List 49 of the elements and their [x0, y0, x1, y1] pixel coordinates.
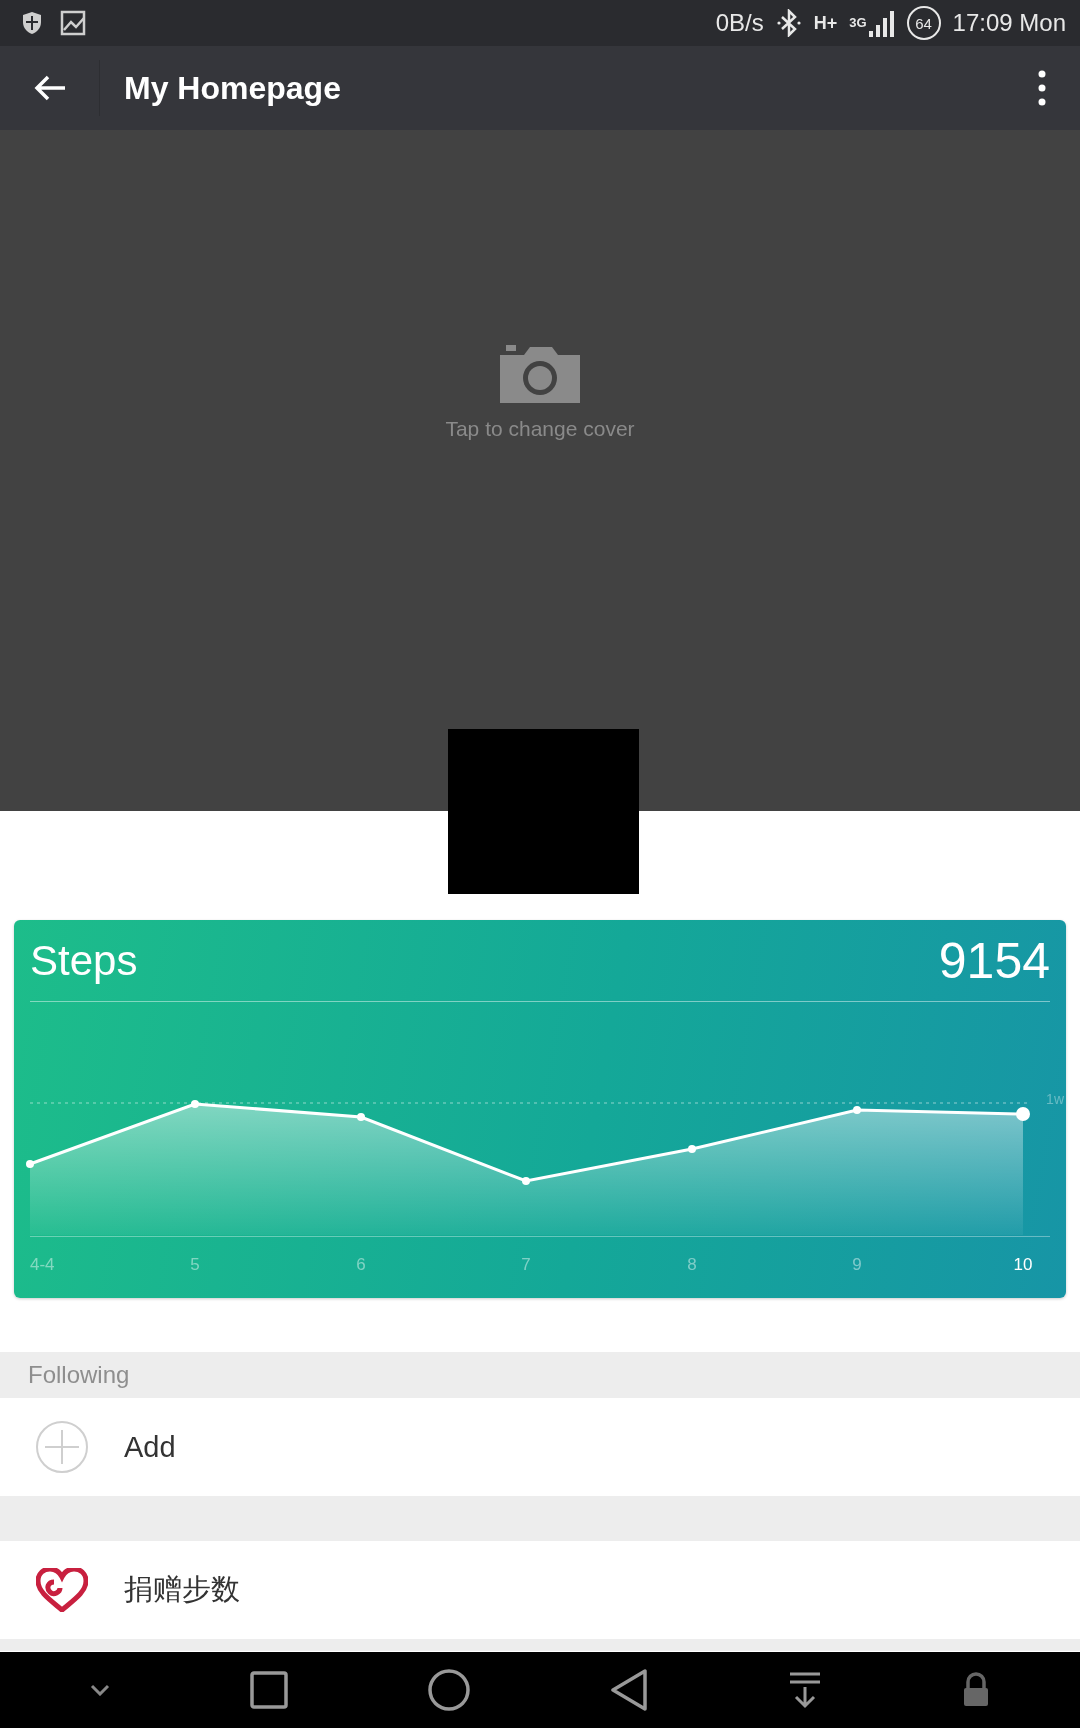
day-label: 9 [852, 1255, 862, 1275]
data-point [853, 1106, 861, 1114]
heart-icon [36, 1568, 88, 1612]
data-point [191, 1100, 199, 1108]
signal-icon [868, 9, 895, 37]
donate-steps-label: 捐赠步数 [124, 1572, 240, 1607]
recent-apps-button[interactable] [250, 1671, 288, 1709]
network-generation: 3G [849, 15, 867, 30]
data-point [522, 1177, 530, 1185]
plus-circle-icon [35, 1420, 89, 1474]
change-cover-hint: Tap to change cover [445, 417, 635, 441]
page-title: My Homepage [124, 69, 341, 107]
chevron-down-icon [90, 1684, 110, 1696]
day-label: 8 [687, 1255, 697, 1275]
day-label: 10 [1013, 1255, 1033, 1275]
triangle-icon [610, 1669, 648, 1711]
pull-down-icon [788, 1671, 822, 1709]
lock-icon [962, 1672, 990, 1708]
notification-button[interactable] [788, 1671, 822, 1709]
steps-title: Steps [30, 936, 138, 985]
day-label: 4-4 [30, 1255, 55, 1275]
steps-card[interactable]: Steps 9154 1w 4-4 5 6 7 8 9 10 [14, 920, 1066, 1298]
data-point [26, 1160, 34, 1168]
back-arrow-icon [32, 74, 67, 102]
section-header: Following [0, 1352, 1080, 1398]
collapse-button[interactable] [90, 1684, 110, 1696]
reference-label: 1w [1046, 1091, 1064, 1107]
steps-count: 9154 [938, 931, 1050, 990]
battery-level: 64 [906, 6, 941, 40]
network-speed: 0B/s [715, 9, 764, 37]
day-label: 7 [521, 1255, 531, 1275]
more-icon [1038, 70, 1046, 106]
image-icon [60, 10, 86, 36]
day-label: 6 [356, 1255, 366, 1275]
clock: 17:09 Mon [952, 9, 1066, 37]
bluetooth-icon [775, 9, 802, 37]
camera-icon [500, 343, 580, 403]
back-nav-button[interactable] [610, 1669, 648, 1711]
lock-button[interactable] [962, 1672, 990, 1708]
network-type: H+ [813, 12, 838, 34]
home-button[interactable] [428, 1669, 470, 1711]
add-label: Add [124, 1430, 176, 1464]
data-point [1016, 1107, 1030, 1121]
square-icon [250, 1671, 288, 1709]
circle-icon [428, 1669, 470, 1711]
data-point [357, 1113, 365, 1121]
shield-icon [22, 11, 42, 35]
day-label: 5 [190, 1255, 200, 1275]
data-point [688, 1145, 696, 1153]
